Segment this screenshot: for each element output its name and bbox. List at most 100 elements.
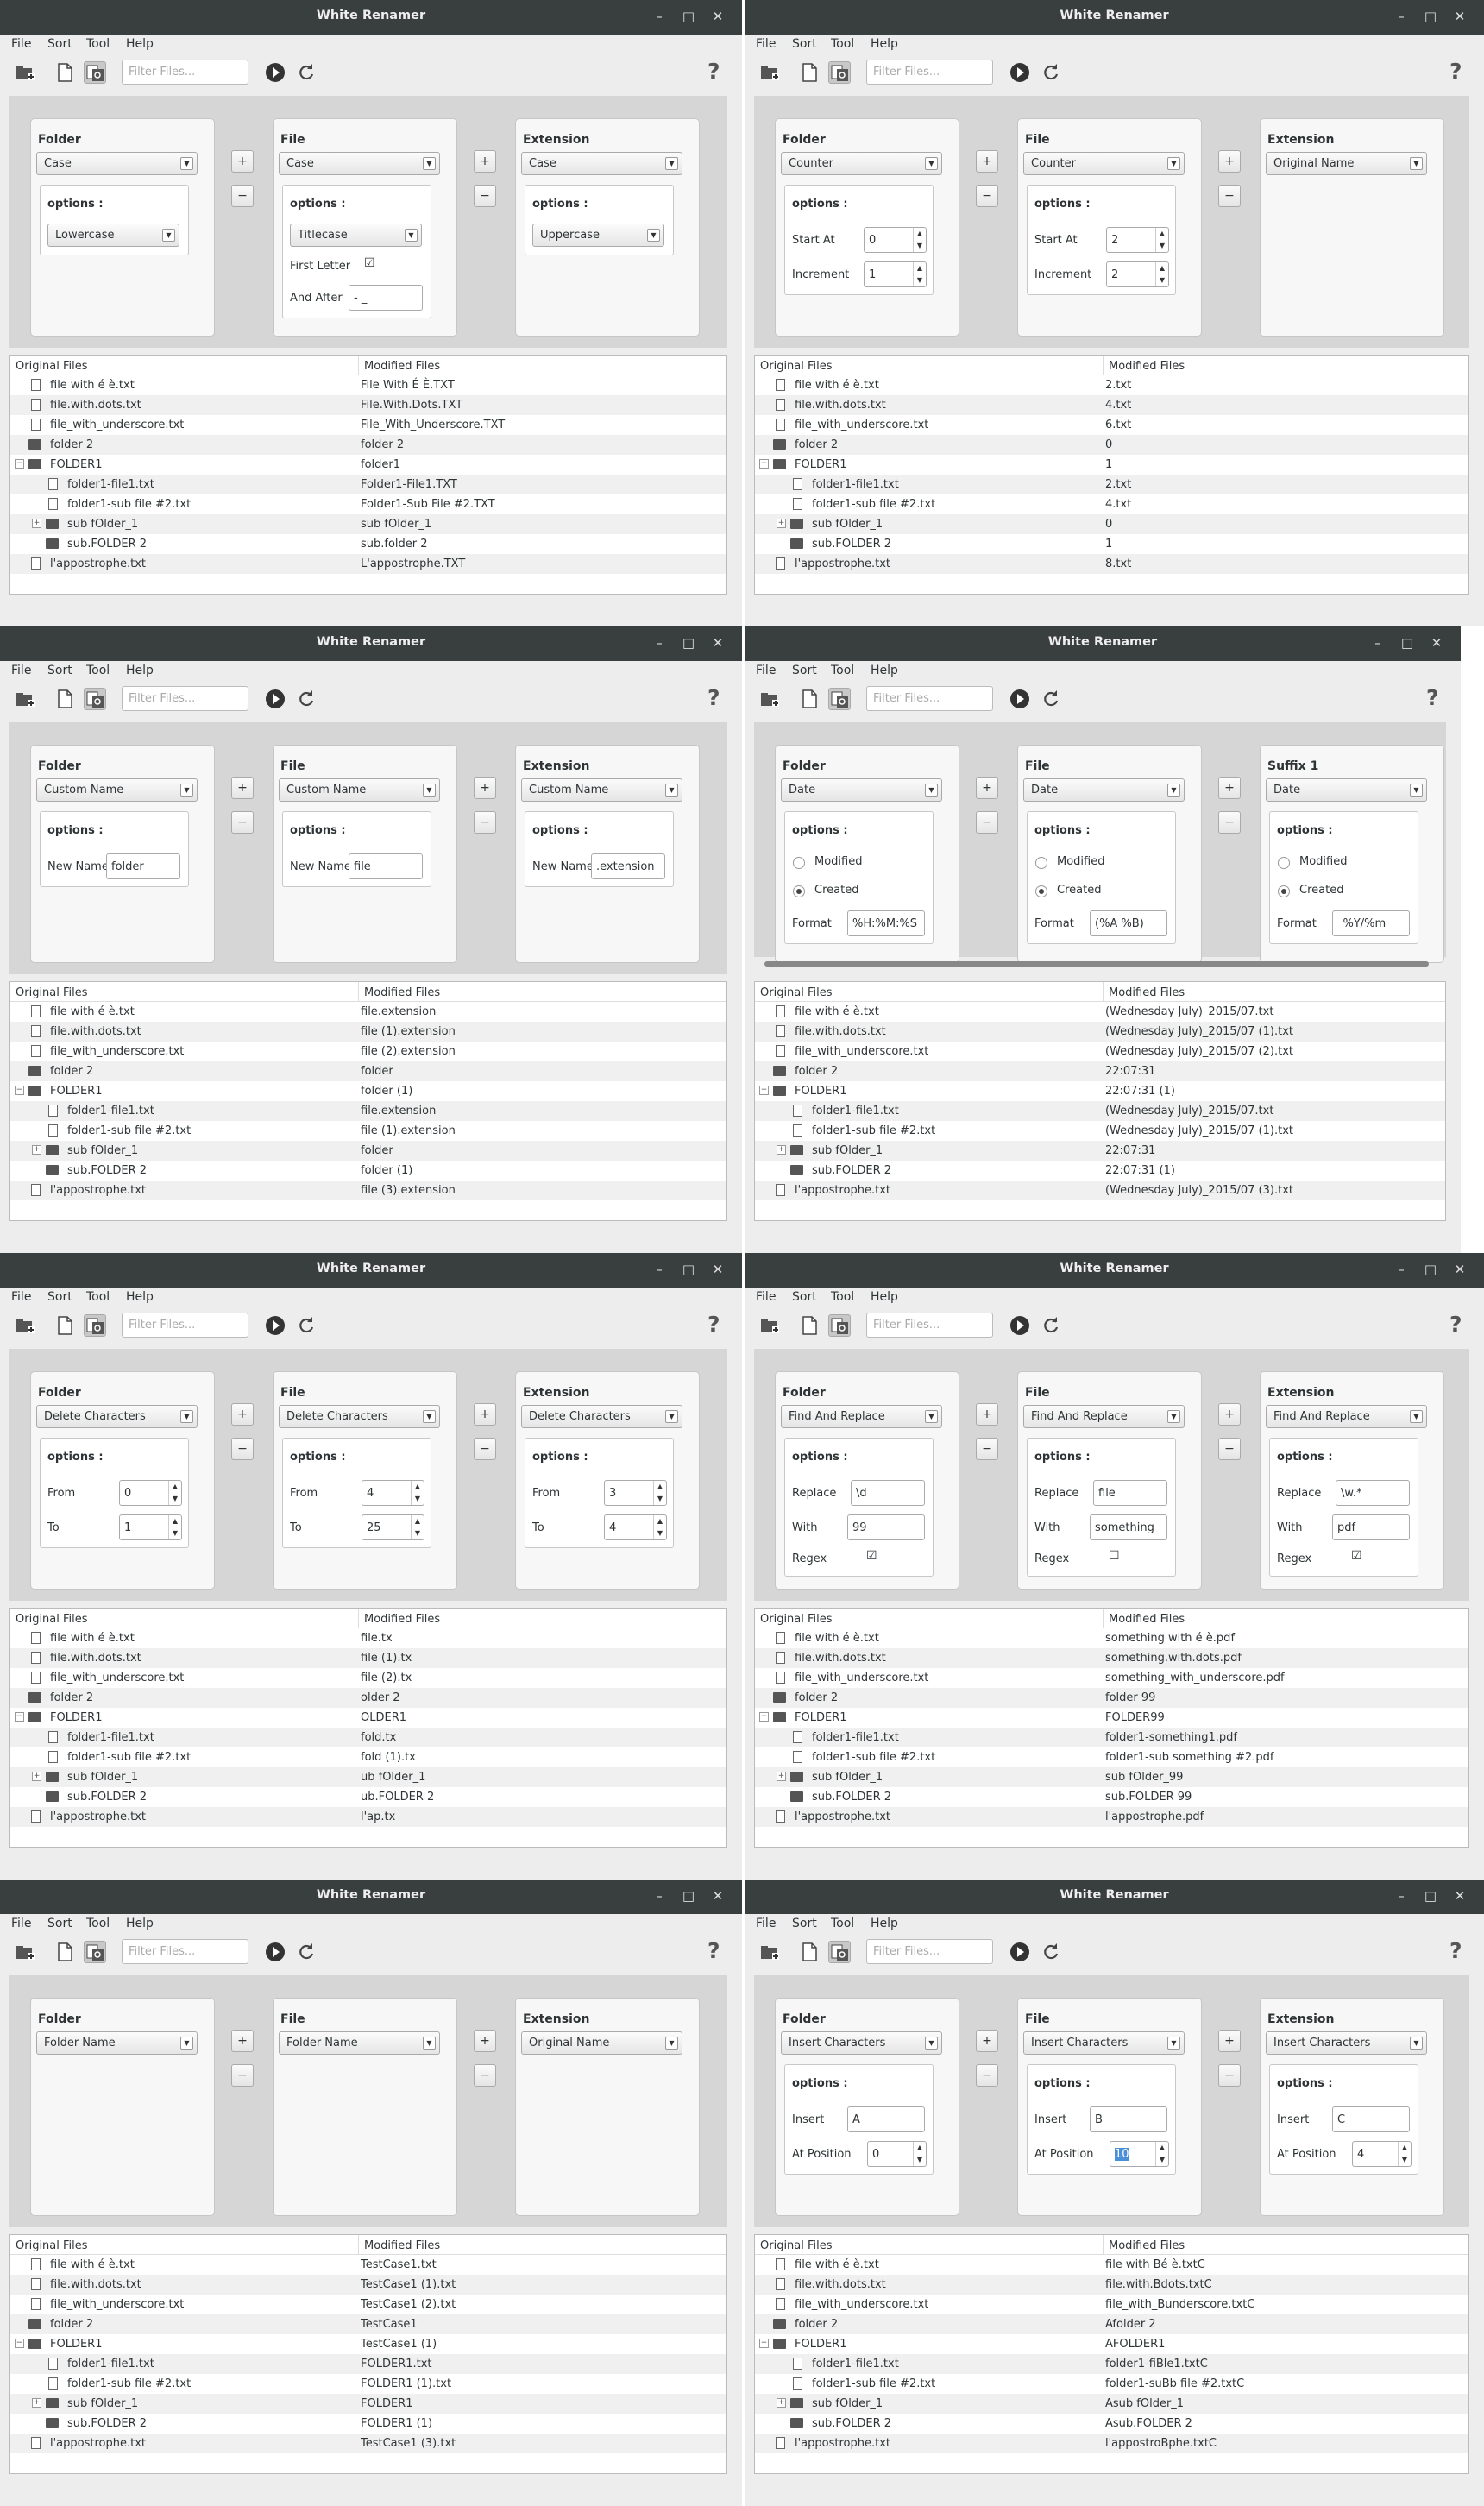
checkbox[interactable]: ☑: [866, 1549, 877, 1563]
column-header-original[interactable]: Original Files: [10, 356, 359, 375]
table-row[interactable]: file with é è.txt File With É È.TXT: [10, 375, 726, 395]
remove-rule-button[interactable]: −: [231, 185, 254, 207]
table-row[interactable]: file.with.dots.txt file (1).extension: [10, 1022, 726, 1042]
menu-help[interactable]: Help: [126, 664, 154, 677]
close-icon[interactable]: ✕: [707, 633, 728, 653]
menu-tool[interactable]: Tool: [831, 1290, 854, 1304]
show-files-icon[interactable]: [53, 688, 76, 710]
rule-type-select[interactable]: Counter ▼: [781, 152, 942, 175]
table-row[interactable]: file_with_underscore.txt file_with_Bunder…: [755, 2295, 1468, 2314]
table-row[interactable]: file_with_underscore.txt something_with_u…: [755, 1668, 1468, 1688]
rule-type-select[interactable]: Date ▼: [781, 778, 942, 802]
horizontal-scrollbar[interactable]: [754, 959, 1451, 969]
table-row[interactable]: l'appostrophe.txt l'appostroBphe.txtC: [755, 2434, 1468, 2453]
column-header-original[interactable]: Original Files: [755, 2235, 1104, 2255]
rule-type-select[interactable]: Case ▼: [279, 152, 440, 175]
add-folder-icon[interactable]: [14, 61, 36, 84]
menu-help[interactable]: Help: [871, 1290, 898, 1304]
minimize-icon[interactable]: –: [649, 1259, 670, 1280]
add-rule-button[interactable]: +: [474, 777, 496, 799]
table-row[interactable]: sub.FOLDER 2 ub.FOLDER 2: [10, 1787, 726, 1807]
table-row[interactable]: file with é è.txt (Wednesday July)_2015/0…: [755, 1002, 1445, 1022]
table-row[interactable]: + sub fOlder_1 22:07:31: [755, 1141, 1445, 1161]
maximize-icon[interactable]: □: [678, 1259, 699, 1280]
minimize-icon[interactable]: –: [1391, 1259, 1412, 1280]
option-select[interactable]: Uppercase ▼: [532, 224, 664, 247]
collapse-icon[interactable]: −: [15, 459, 24, 469]
expand-icon[interactable]: +: [32, 1145, 41, 1155]
rule-type-select[interactable]: Date ▼: [1266, 778, 1427, 802]
table-row[interactable]: folder1-sub file #2.txt folder1-suBb file…: [755, 2374, 1468, 2394]
add-rule-button[interactable]: +: [231, 150, 254, 173]
table-row[interactable]: file.with.dots.txt (Wednesday July)_2015/…: [755, 1022, 1445, 1042]
show-folders-icon[interactable]: [828, 61, 851, 84]
table-row[interactable]: folder 2 folder 99: [755, 1688, 1468, 1708]
menu-tool[interactable]: Tool: [86, 1917, 110, 1930]
option-text-input[interactable]: %H:%M:%S: [847, 910, 925, 936]
option-spin-input[interactable]: 2 ▲ ▼: [1106, 227, 1169, 253]
rule-type-select[interactable]: Insert Characters ▼: [1266, 2031, 1427, 2055]
table-row[interactable]: l'appostrophe.txt TestCase1 (3).txt: [10, 2434, 726, 2453]
title-bar[interactable]: White Renamer – □ ✕: [0, 1880, 742, 1914]
spin-arrows-icon[interactable]: ▲ ▼: [913, 262, 926, 286]
spin-arrows-icon[interactable]: ▲ ▼: [653, 1515, 666, 1539]
filter-input[interactable]: Filter Files...: [866, 1939, 993, 1964]
table-row[interactable]: − FOLDER1 AFOLDER1: [755, 2334, 1468, 2354]
menu-tool[interactable]: Tool: [86, 1290, 110, 1304]
collapse-icon[interactable]: −: [759, 1712, 769, 1722]
rule-type-select[interactable]: Date ▼: [1023, 778, 1185, 802]
table-row[interactable]: sub.FOLDER 2 FOLDER1 (1): [10, 2414, 726, 2434]
remove-rule-button[interactable]: −: [231, 2064, 254, 2087]
show-files-icon[interactable]: [798, 61, 821, 84]
add-rule-button[interactable]: +: [1218, 777, 1241, 799]
table-row[interactable]: − FOLDER1 folder1: [10, 455, 726, 475]
add-rule-button[interactable]: +: [231, 1403, 254, 1426]
expand-icon[interactable]: +: [777, 1145, 786, 1155]
option-text-input[interactable]: \d: [851, 1480, 925, 1506]
minimize-icon[interactable]: –: [649, 1886, 670, 1906]
table-row[interactable]: file_with_underscore.txt (Wednesday July)…: [755, 1042, 1445, 1061]
table-row[interactable]: folder1-file1.txt 2.txt: [755, 475, 1468, 494]
column-header-modified[interactable]: Modified Files: [359, 1609, 726, 1628]
table-row[interactable]: folder 2 Afolder 2: [755, 2314, 1468, 2334]
spin-arrows-icon[interactable]: ▲ ▼: [168, 1481, 181, 1505]
close-icon[interactable]: ✕: [707, 6, 728, 27]
maximize-icon[interactable]: □: [1420, 1886, 1441, 1906]
rule-type-select[interactable]: Folder Name ▼: [279, 2031, 440, 2055]
column-header-original[interactable]: Original Files: [10, 1609, 359, 1628]
table-row[interactable]: sub.FOLDER 2 sub.FOLDER 99: [755, 1787, 1468, 1807]
option-spin-input[interactable]: 3 ▲ ▼: [604, 1480, 667, 1506]
filter-input[interactable]: Filter Files...: [866, 1313, 993, 1338]
show-folders-icon[interactable]: [828, 1314, 851, 1337]
spin-arrows-icon[interactable]: ▲ ▼: [1155, 2142, 1168, 2166]
spin-arrows-icon[interactable]: ▲ ▼: [653, 1481, 666, 1505]
table-row[interactable]: folder1-sub file #2.txt file (1).extensio…: [10, 1121, 726, 1141]
add-folder-icon[interactable]: [758, 61, 781, 84]
table-row[interactable]: folder 2 folder: [10, 1061, 726, 1081]
option-spin-input[interactable]: 4 ▲ ▼: [604, 1514, 667, 1540]
spin-arrows-icon[interactable]: ▲ ▼: [1155, 262, 1168, 286]
expand-icon[interactable]: +: [32, 519, 41, 528]
show-folders-icon[interactable]: [84, 61, 106, 84]
show-folders-icon[interactable]: [828, 688, 851, 710]
menu-help[interactable]: Help: [126, 37, 154, 51]
option-text-input[interactable]: folder: [106, 853, 180, 879]
minimize-icon[interactable]: –: [1391, 1886, 1412, 1906]
menu-help[interactable]: Help: [871, 37, 898, 51]
add-rule-button[interactable]: +: [231, 2030, 254, 2052]
rule-type-select[interactable]: Find And Replace ▼: [1266, 1405, 1427, 1428]
option-spin-input[interactable]: 0 ▲ ▼: [119, 1480, 182, 1506]
add-folder-icon[interactable]: [758, 688, 781, 710]
collapse-icon[interactable]: −: [15, 1086, 24, 1095]
spin-arrows-icon[interactable]: ▲ ▼: [913, 2142, 926, 2166]
collapse-icon[interactable]: −: [759, 1086, 769, 1095]
column-header-modified[interactable]: Modified Files: [359, 982, 726, 1002]
show-files-icon[interactable]: [53, 61, 76, 84]
help-icon[interactable]: ?: [707, 685, 720, 710]
collapse-icon[interactable]: −: [15, 1712, 24, 1722]
expand-icon[interactable]: +: [777, 2398, 786, 2408]
table-row[interactable]: sub.FOLDER 2 Asub.FOLDER 2: [755, 2414, 1468, 2434]
table-row[interactable]: − FOLDER1 FOLDER99: [755, 1708, 1468, 1728]
option-spin-input[interactable]: 4 ▲ ▼: [362, 1480, 424, 1506]
add-rule-button[interactable]: +: [976, 2030, 998, 2052]
